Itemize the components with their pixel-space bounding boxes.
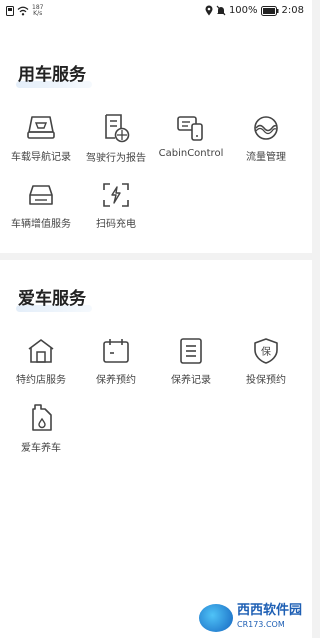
- insurance-booking-button[interactable]: 保 投保预约: [227, 337, 305, 386]
- vehicle-services-title-text: 用车服务: [18, 65, 86, 85]
- driving-report-button[interactable]: 驾驶行为报告: [77, 113, 155, 164]
- scan-charge-icon: [103, 183, 129, 207]
- battery-percent: 100%: [228, 5, 258, 16]
- dealer-store-icon: [28, 339, 54, 363]
- mute-icon: [216, 5, 226, 16]
- vehicle-value-added-label: 车辆增值服务: [11, 219, 71, 230]
- cabin-control-button[interactable]: CabinControl: [152, 114, 230, 159]
- cabin-control-label: CabinControl: [158, 148, 224, 159]
- car-care-button[interactable]: 爱车养车: [2, 403, 80, 454]
- insurance-booking-label: 投保预约: [246, 375, 286, 386]
- driving-report-label: 驾驶行为报告: [86, 153, 146, 164]
- car-navigation-record-label: 车载导航记录: [11, 152, 71, 163]
- insurance-glyph: 保: [261, 345, 271, 358]
- clock: 2:08: [281, 5, 304, 16]
- watermark-logo-icon: [198, 604, 233, 632]
- wifi-icon: [17, 6, 29, 16]
- network-speed: 187 K/s: [32, 5, 43, 17]
- maintenance-record-button[interactable]: 保养记录: [152, 337, 230, 386]
- car-care-services-section: 爱车服务 特约店服务 保养预约 保养记录 保 投保预约 爱车养车 西西软件园 C…: [0, 260, 312, 638]
- data-traffic-button[interactable]: 流量管理: [227, 114, 305, 163]
- car-navigation-record-icon: [27, 116, 55, 139]
- watermark-brand: 西西软件园: [236, 603, 302, 618]
- cabin-control-icon: [177, 116, 203, 141]
- location-icon: [205, 5, 213, 16]
- vehicle-services-section: 用车服务 车载导航记录 驾驶行为报告 CabinControl 流量管理 车辆增…: [0, 24, 312, 253]
- dealer-store-button[interactable]: 特约店服务: [2, 337, 80, 386]
- car-care-label: 爱车养车: [21, 443, 61, 454]
- data-traffic-icon: [254, 116, 278, 140]
- vehicle-services-title: 用车服务: [16, 60, 92, 88]
- watermark: 西西软件园 CR173.COM: [198, 603, 302, 632]
- battery-icon: [260, 5, 279, 16]
- status-bar: 187 K/s 100% 2:08: [0, 0, 312, 24]
- data-traffic-label: 流量管理: [246, 152, 286, 163]
- maintenance-booking-button[interactable]: 保养预约: [77, 337, 155, 386]
- vehicle-value-added-button[interactable]: 车辆增值服务: [2, 181, 80, 230]
- watermark-domain: CR173.COM: [236, 620, 285, 629]
- scan-charge-button[interactable]: 扫码充电: [77, 181, 155, 230]
- notification-icon: [6, 6, 14, 16]
- maintenance-record-icon: [180, 338, 202, 364]
- car-care-icon: [32, 404, 52, 431]
- driving-report-icon: [105, 114, 130, 143]
- maintenance-booking-icon: [103, 339, 129, 363]
- dealer-store-label: 特约店服务: [16, 375, 66, 386]
- scan-charge-label: 扫码充电: [96, 219, 136, 230]
- insurance-booking-icon: 保: [254, 338, 278, 364]
- network-speed-unit: K/s: [33, 10, 43, 17]
- maintenance-record-label: 保养记录: [171, 375, 211, 386]
- maintenance-booking-label: 保养预约: [96, 375, 136, 386]
- car-care-services-title-text: 爱车服务: [18, 289, 86, 309]
- car-care-services-title: 爱车服务: [16, 284, 92, 312]
- car-navigation-record-button[interactable]: 车载导航记录: [2, 114, 80, 163]
- vehicle-value-added-icon: [29, 185, 53, 205]
